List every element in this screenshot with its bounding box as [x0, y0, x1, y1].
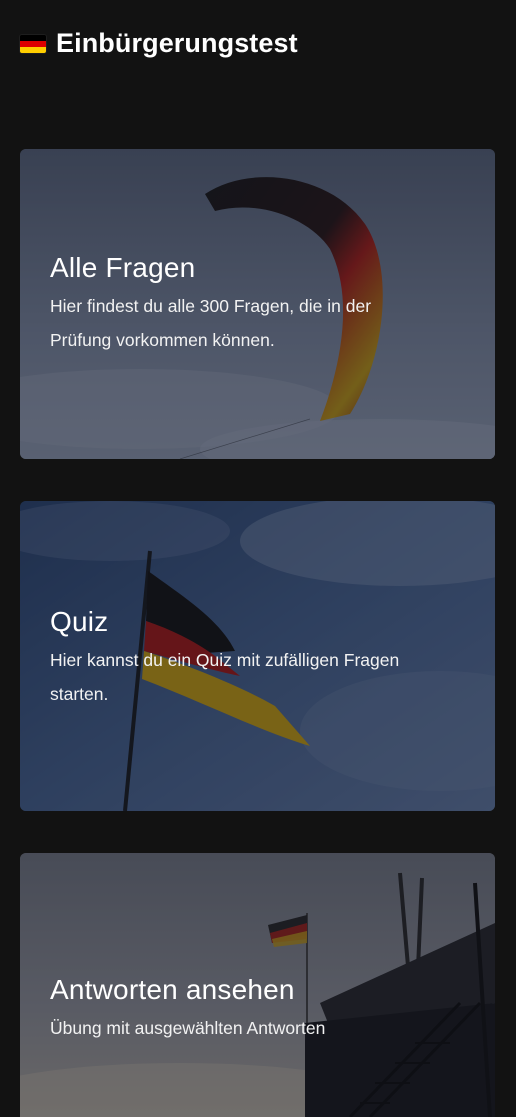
german-flag-icon: [20, 35, 46, 53]
card-description: Hier findest du alle 300 Fragen, die in …: [50, 296, 372, 350]
app-header: Einbürgerungstest: [0, 0, 516, 86]
card-title: Antworten ansehen: [50, 974, 295, 1005]
all-questions-card[interactable]: Alle Fragen Hier findest du alle 300 Fra…: [20, 149, 495, 459]
card-title: Quiz: [50, 606, 109, 637]
card-description: Hier kannst du ein Quiz mit zufälligen F…: [50, 650, 400, 704]
app-title: Einbürgerungstest: [56, 27, 298, 58]
view-answers-card[interactable]: Antworten ansehen Übung mit ausgewählten…: [20, 853, 495, 1117]
quiz-card[interactable]: Quiz Hier kannst du ein Quiz mit zufälli…: [20, 501, 495, 811]
card-text: Alle Fragen Hier findest du alle 300 Fra…: [50, 251, 435, 357]
card-text: Quiz Hier kannst du ein Quiz mit zufälli…: [50, 605, 435, 711]
card-title: Alle Fragen: [50, 252, 196, 283]
card-text: Antworten ansehen Übung mit ausgewählten…: [50, 973, 435, 1045]
card-description: Übung mit ausgewählten Antworten: [50, 1018, 326, 1038]
